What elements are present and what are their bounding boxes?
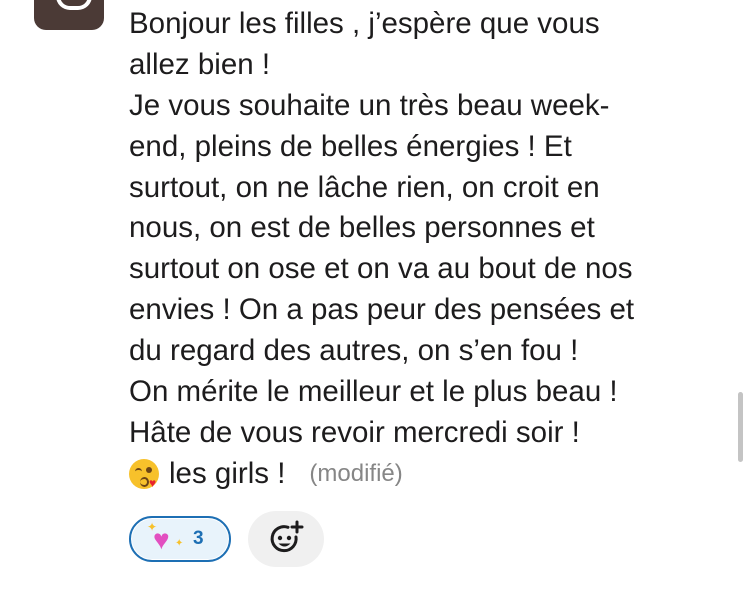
reactions-bar: ♥ ✦ ✦ 3 bbox=[129, 511, 324, 567]
message-line: On mérite le meilleur et le plus beau ! bbox=[129, 375, 618, 409]
message-line: surtout, on ne lâche rien, on croit en bbox=[129, 170, 600, 204]
message-line: nous, on est de belles personnes et bbox=[129, 211, 595, 245]
scrollbar-thumb[interactable] bbox=[738, 392, 743, 462]
avatar-initial-mark bbox=[56, 0, 92, 10]
edited-label: (modifié) bbox=[309, 459, 403, 487]
message-line: surtout on ose et on va au bout de nos bbox=[129, 252, 633, 286]
message-line: envies ! On a pas peur des pensées et bbox=[129, 293, 635, 327]
add-reaction-icon bbox=[270, 520, 304, 553]
face-blowing-a-kiss-icon: ♥ bbox=[129, 459, 159, 490]
message-line: du regard des autres, on s’en fou ! bbox=[129, 334, 579, 368]
reaction-sparkling-heart-button[interactable]: ♥ ✦ ✦ 3 bbox=[129, 516, 231, 562]
message-body: Bonjour les filles , j’espère que vous a… bbox=[129, 4, 729, 495]
sparkling-heart-icon: ♥ ✦ ✦ bbox=[147, 520, 184, 555]
message-view: Bonjour les filles , j’espère que vous a… bbox=[0, 0, 750, 594]
message-line: Je vous souhaite un très beau week- bbox=[129, 88, 610, 122]
message-line: end, pleins de belles énergies ! Et bbox=[129, 129, 572, 163]
reaction-count: 3 bbox=[193, 528, 204, 549]
message-last-line-text: les girls ! bbox=[169, 456, 286, 490]
message-line: allez bien ! bbox=[129, 47, 271, 81]
avatar[interactable] bbox=[34, 0, 104, 30]
message-last-line: ♥ les girls ! (modifié) bbox=[129, 454, 729, 495]
message-line: Hâte de vous revoir mercredi soir ! bbox=[129, 415, 580, 449]
message-line: Bonjour les filles , j’espère que vous bbox=[129, 7, 600, 40]
add-reaction-button[interactable] bbox=[248, 511, 324, 567]
